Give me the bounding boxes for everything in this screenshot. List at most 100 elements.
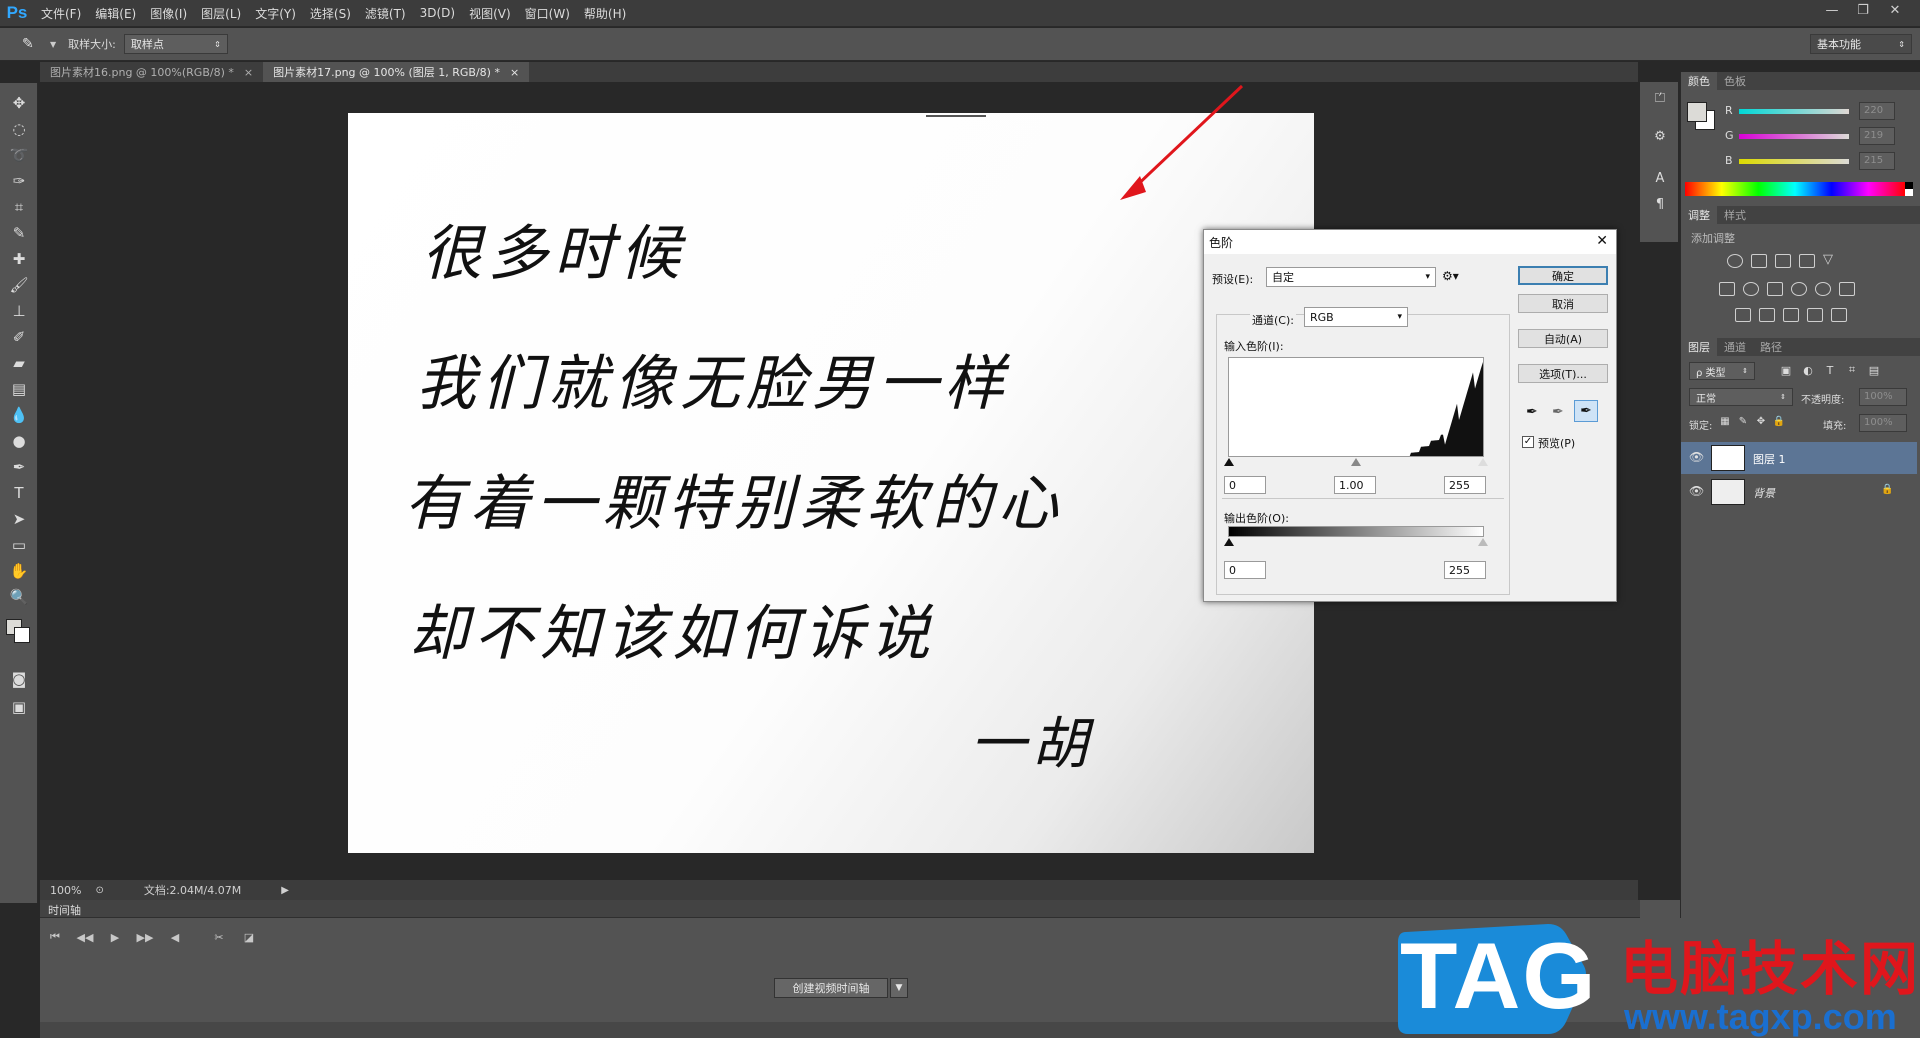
threshold-icon[interactable] — [1783, 308, 1799, 322]
lock-position-icon[interactable]: ✥ — [1753, 412, 1769, 430]
options-button[interactable]: 选项(T)... — [1518, 364, 1608, 383]
eyedropper-tool-icon[interactable]: ✎ — [6, 221, 32, 245]
layer-row-background[interactable]: 👁 背景 🔒 — [1681, 476, 1917, 508]
gray-point-eyedropper-icon[interactable]: ✒ — [1552, 404, 1564, 420]
tab-layers[interactable]: 图层 — [1681, 338, 1717, 356]
dodge-tool-icon[interactable]: ● — [6, 429, 32, 453]
blend-mode-select[interactable]: 正常 ⇕ — [1689, 388, 1793, 406]
tab-close-icon[interactable]: × — [244, 66, 253, 79]
preset-select[interactable]: 自定 ▾ — [1266, 267, 1436, 287]
tab-close-icon[interactable]: × — [510, 66, 519, 79]
move-tool-icon[interactable]: ✥ — [6, 91, 32, 115]
input-black-field[interactable]: 0 — [1224, 476, 1266, 494]
channel-b-value[interactable]: 215 — [1859, 152, 1895, 170]
lasso-tool-icon[interactable]: ➰ — [6, 143, 32, 167]
menu-window[interactable]: 窗口(W) — [518, 5, 577, 22]
output-white-slider-handle[interactable] — [1478, 538, 1488, 546]
preview-checkbox[interactable]: ✓ — [1522, 436, 1534, 448]
channel-mixer-icon[interactable] — [1815, 282, 1831, 296]
visibility-eye-icon[interactable]: 👁 — [1689, 484, 1704, 498]
play-icon[interactable]: ▶ — [104, 928, 126, 946]
menu-file[interactable]: 文件(F) — [34, 5, 88, 22]
menu-edit[interactable]: 编辑(E) — [88, 5, 143, 22]
first-frame-icon[interactable]: ⏮ — [44, 928, 66, 946]
tab-document-17[interactable]: 图片素材17.png @ 100% (图层 1, RGB/8) * × — [263, 62, 530, 82]
visibility-eye-icon[interactable]: 👁 — [1689, 450, 1704, 464]
tab-channels[interactable]: 通道 — [1717, 339, 1753, 355]
menu-filter[interactable]: 滤镜(T) — [358, 5, 413, 22]
posterize-icon[interactable] — [1759, 308, 1775, 322]
black-point-eyedropper-icon[interactable]: ✒ — [1526, 404, 1538, 420]
levels-adjust-icon[interactable] — [1751, 254, 1767, 268]
fill-input[interactable]: 100% — [1859, 414, 1907, 432]
channel-b-slider[interactable] — [1739, 159, 1849, 164]
menu-help[interactable]: 帮助(H) — [577, 5, 633, 22]
prev-frame-icon[interactable]: ◀◀ — [74, 928, 96, 946]
input-black-slider-handle[interactable] — [1224, 458, 1234, 466]
path-select-tool-icon[interactable]: ➤ — [6, 507, 32, 531]
create-video-timeline-button[interactable]: 创建视频时间轴 — [774, 978, 888, 998]
channel-r-value[interactable]: 220 — [1859, 102, 1895, 120]
white-point-eyedropper-icon[interactable]: ✒ — [1574, 400, 1598, 422]
channel-g-value[interactable]: 219 — [1859, 127, 1895, 145]
history-icon[interactable]: ⏍ — [1647, 86, 1673, 110]
restore-icon[interactable]: ❐ — [1848, 0, 1878, 20]
quick-mask-icon[interactable]: ◙ — [6, 667, 32, 691]
output-black-slider-handle[interactable] — [1224, 538, 1234, 546]
screen-mode-icon[interactable]: ▣ — [6, 695, 32, 719]
hand-tool-icon[interactable]: ✋ — [6, 559, 32, 583]
next-frame-icon[interactable]: ▶▶ — [134, 928, 156, 946]
eraser-tool-icon[interactable]: ▰ — [6, 351, 32, 375]
color-spectrum-bar[interactable] — [1685, 182, 1905, 196]
clone-stamp-tool-icon[interactable]: ⊥ — [6, 299, 32, 323]
audio-icon[interactable]: ◀ — [164, 928, 186, 946]
brush-tool-icon[interactable]: 🖌 — [6, 273, 32, 297]
channel-select[interactable]: RGB ▾ — [1304, 307, 1408, 327]
output-white-field[interactable]: 255 — [1444, 561, 1486, 579]
color-lookup-icon[interactable] — [1839, 282, 1855, 296]
input-white-field[interactable]: 255 — [1444, 476, 1486, 494]
zoom-level[interactable]: 100% — [50, 884, 81, 897]
tab-color[interactable]: 颜色 — [1681, 72, 1717, 90]
layer-row-layer1[interactable]: 👁 图层 1 — [1681, 442, 1917, 474]
eyedropper-tool-icon[interactable]: ✎ — [22, 36, 46, 52]
layer-filter-select[interactable]: ρ 类型 ⇕ — [1689, 362, 1755, 380]
opacity-input[interactable]: 100% — [1859, 388, 1907, 406]
character-icon[interactable]: A — [1647, 166, 1673, 190]
menu-layer[interactable]: 图层(L) — [194, 5, 248, 22]
status-icon[interactable]: ⊙ — [95, 885, 103, 896]
spectrum-white-swatch[interactable] — [1905, 189, 1913, 196]
tab-document-16[interactable]: 图片素材16.png @ 100%(RGB/8) * × — [40, 62, 263, 82]
cancel-button[interactable]: 取消 — [1518, 294, 1608, 313]
photo-filter-icon[interactable] — [1791, 282, 1807, 296]
hue-saturation-icon[interactable] — [1719, 282, 1735, 296]
input-gamma-field[interactable]: 1.00 — [1334, 476, 1376, 494]
quick-select-tool-icon[interactable]: ✑ — [6, 169, 32, 193]
status-menu-arrow-icon[interactable]: ▶ — [281, 885, 289, 896]
transition-icon[interactable]: ◪ — [238, 928, 260, 946]
ok-button[interactable]: 确定 — [1518, 266, 1608, 285]
output-black-field[interactable]: 0 — [1224, 561, 1266, 579]
healing-brush-tool-icon[interactable]: ✚ — [6, 247, 32, 271]
lock-transparent-icon[interactable]: ▦ — [1717, 412, 1733, 430]
properties-icon[interactable]: ⚙ — [1647, 124, 1673, 148]
document-canvas[interactable]: 很多时候 我们就像无脸男一样 有着一颗特别柔软的心 却不知该如何诉说 一胡 — [348, 113, 1314, 853]
lock-pixels-icon[interactable]: ✎ — [1735, 412, 1751, 430]
dialog-close-icon[interactable]: ✕ — [1596, 233, 1608, 249]
menu-3d[interactable]: 3D(D) — [413, 6, 462, 20]
selective-color-icon[interactable] — [1807, 308, 1823, 322]
gradient-tool-icon[interactable]: ▤ — [6, 377, 32, 401]
zoom-tool-icon[interactable]: 🔍 — [6, 585, 32, 609]
auto-button[interactable]: 自动(A) — [1518, 329, 1608, 348]
split-icon[interactable]: ✂ — [208, 928, 230, 946]
crop-tool-icon[interactable]: ⌗ — [6, 195, 32, 219]
background-color-swatch[interactable] — [14, 627, 30, 643]
workspace-switcher[interactable]: 基本功能 ⇕ — [1810, 34, 1912, 54]
minimize-icon[interactable]: — — [1817, 0, 1847, 20]
preset-options-gear-icon[interactable]: ⚙▾ — [1442, 269, 1459, 283]
type-tool-icon[interactable]: T — [6, 481, 32, 505]
menu-view[interactable]: 视图(V) — [462, 5, 518, 22]
color-balance-icon[interactable] — [1743, 282, 1759, 296]
tab-adjustments[interactable]: 调整 — [1681, 206, 1717, 224]
timeline-dropdown-icon[interactable]: ▼ — [890, 978, 908, 998]
